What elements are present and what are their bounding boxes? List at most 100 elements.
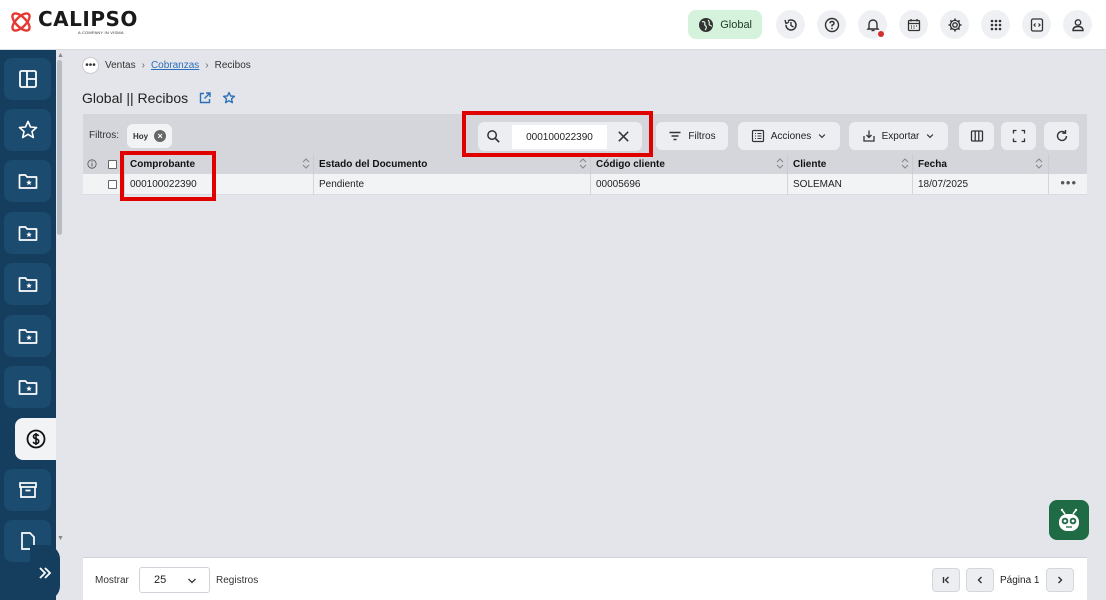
grid-header: Comprobante Estado del Documento Código … (83, 154, 1087, 174)
records-panel: Filtros: Hoy × Filtros Acciones Exportar (83, 111, 1087, 557)
bell-icon (865, 18, 880, 31)
fullscreen-icon (1012, 129, 1025, 143)
history-button[interactable] (776, 10, 805, 39)
folder-star-icon (18, 277, 37, 292)
favorite-star-icon[interactable] (222, 91, 236, 105)
first-page-button[interactable] (932, 568, 960, 592)
sort-icon[interactable] (1035, 157, 1043, 170)
chevron-left-icon (977, 576, 982, 584)
globe-icon (699, 17, 714, 32)
user-button[interactable] (1063, 10, 1092, 39)
code-window-button[interactable] (1022, 10, 1051, 39)
top-bar: CALIPSO A COMPANY IN VISMA Global (0, 0, 1106, 50)
column-header-estado[interactable]: Estado del Documento (313, 154, 590, 174)
first-page-icon (942, 576, 949, 584)
breadcrumb: ••• Ventas › Cobranzas › Recibos (82, 57, 251, 74)
breadcrumb-item-recibos: Recibos (214, 60, 251, 71)
sidebar-item-favorites[interactable] (4, 109, 51, 151)
sort-icon[interactable] (579, 157, 587, 170)
sort-icon[interactable] (302, 157, 310, 170)
remove-filter-icon[interactable]: × (154, 130, 167, 142)
breadcrumb-item-cobranzas[interactable]: Cobranzas (151, 60, 199, 71)
calipso-logo[interactable]: CALIPSO A COMPANY IN VISMA (8, 9, 138, 35)
top-actions: Global (688, 10, 1092, 39)
code-window-icon (1030, 17, 1043, 32)
notifications-button[interactable] (858, 10, 887, 39)
fullscreen-button[interactable] (1001, 122, 1036, 150)
gear-icon (948, 18, 961, 31)
sidebar-item-finance[interactable] (15, 418, 56, 460)
scroll-up-icon[interactable]: ▲ (57, 52, 64, 59)
help-button[interactable] (817, 10, 846, 39)
sidebar-item-folder-5[interactable] (4, 366, 51, 408)
user-icon (1071, 18, 1084, 31)
sidebar-item-folder-1[interactable] (4, 160, 51, 202)
sidebar-item-folder-3[interactable] (4, 263, 51, 305)
scroll-down-icon[interactable]: ▼ (57, 535, 64, 542)
star-icon (18, 120, 37, 139)
filters-button-label: Filtros (688, 130, 716, 142)
folder-star-icon (18, 380, 37, 395)
filter-chip-label: Hoy (133, 131, 149, 141)
sidebar-item-dashboard[interactable] (4, 58, 51, 100)
cell-codigo-cliente: 00005696 (590, 174, 787, 194)
open-external-icon[interactable] (198, 91, 212, 105)
scope-label: Global (720, 18, 752, 31)
sort-icon[interactable] (776, 157, 784, 170)
next-page-button[interactable] (1046, 568, 1074, 592)
cell-estado: Pendiente (313, 174, 590, 194)
breadcrumb-item-ventas: Ventas (105, 60, 136, 71)
search-highlight-box (462, 111, 653, 157)
column-header-cliente[interactable]: Cliente (787, 154, 912, 174)
show-label: Mostrar (95, 575, 129, 586)
chevron-right-icon (1058, 576, 1063, 584)
sidebar-item-folder-4[interactable] (4, 315, 51, 357)
filter-chip-today[interactable]: Hoy × (127, 124, 173, 148)
actions-button-label: Acciones (770, 130, 812, 142)
sidebar (0, 50, 56, 600)
help-icon (824, 17, 839, 32)
column-header-fecha[interactable]: Fecha (912, 154, 1048, 174)
apps-button[interactable] (981, 10, 1010, 39)
folder-star-icon (18, 174, 37, 189)
export-button-label: Exportar (881, 130, 920, 142)
chevron-right-icon: › (141, 60, 145, 71)
expand-sidebar-button[interactable] (30, 545, 60, 600)
page-title: Global || Recibos (82, 90, 189, 106)
sort-icon[interactable] (901, 157, 909, 170)
chevron-down-icon (819, 134, 826, 139)
archive-icon (18, 482, 37, 498)
apps-grid-icon (990, 19, 1001, 30)
column-label: Cliente (793, 158, 827, 170)
double-chevron-right-icon (39, 566, 52, 579)
actions-button[interactable]: Acciones (738, 122, 840, 150)
settings-button[interactable] (940, 10, 969, 39)
breadcrumb-more-button[interactable]: ••• (82, 57, 99, 74)
folder-star-icon (18, 226, 37, 241)
refresh-button[interactable] (1044, 122, 1079, 150)
previous-page-button[interactable] (966, 568, 994, 592)
sidebar-item-folder-2[interactable] (4, 212, 51, 254)
page-size-value: 25 (154, 574, 167, 586)
column-header-codigo-cliente[interactable]: Código cliente (590, 154, 787, 174)
column-label: Código cliente (596, 158, 665, 170)
info-icon[interactable] (87, 159, 97, 169)
column-label: Fecha (918, 158, 947, 170)
dollar-icon (26, 429, 46, 449)
row-checkbox[interactable] (108, 179, 117, 189)
export-button[interactable]: Exportar (849, 122, 948, 150)
sidebar-item-archive[interactable] (4, 469, 51, 511)
filters-button[interactable]: Filtros (656, 122, 728, 150)
page-size-select[interactable]: 25 (139, 567, 210, 593)
refresh-icon (1056, 130, 1067, 142)
assistant-bot-button[interactable] (1049, 500, 1089, 540)
calendar-button[interactable] (899, 10, 928, 39)
scope-selector[interactable]: Global (688, 10, 762, 39)
sidebar-scrollbar[interactable] (57, 60, 62, 235)
more-horizontal-icon[interactable]: ••• (1060, 176, 1077, 189)
chevron-down-icon (927, 134, 934, 139)
columns-button[interactable] (959, 122, 994, 150)
table-row[interactable]: 000100022390 Pendiente 00005696 SOLEMAN … (83, 174, 1087, 195)
filters-label: Filtros: (89, 130, 119, 141)
select-all-checkbox[interactable] (108, 159, 117, 169)
